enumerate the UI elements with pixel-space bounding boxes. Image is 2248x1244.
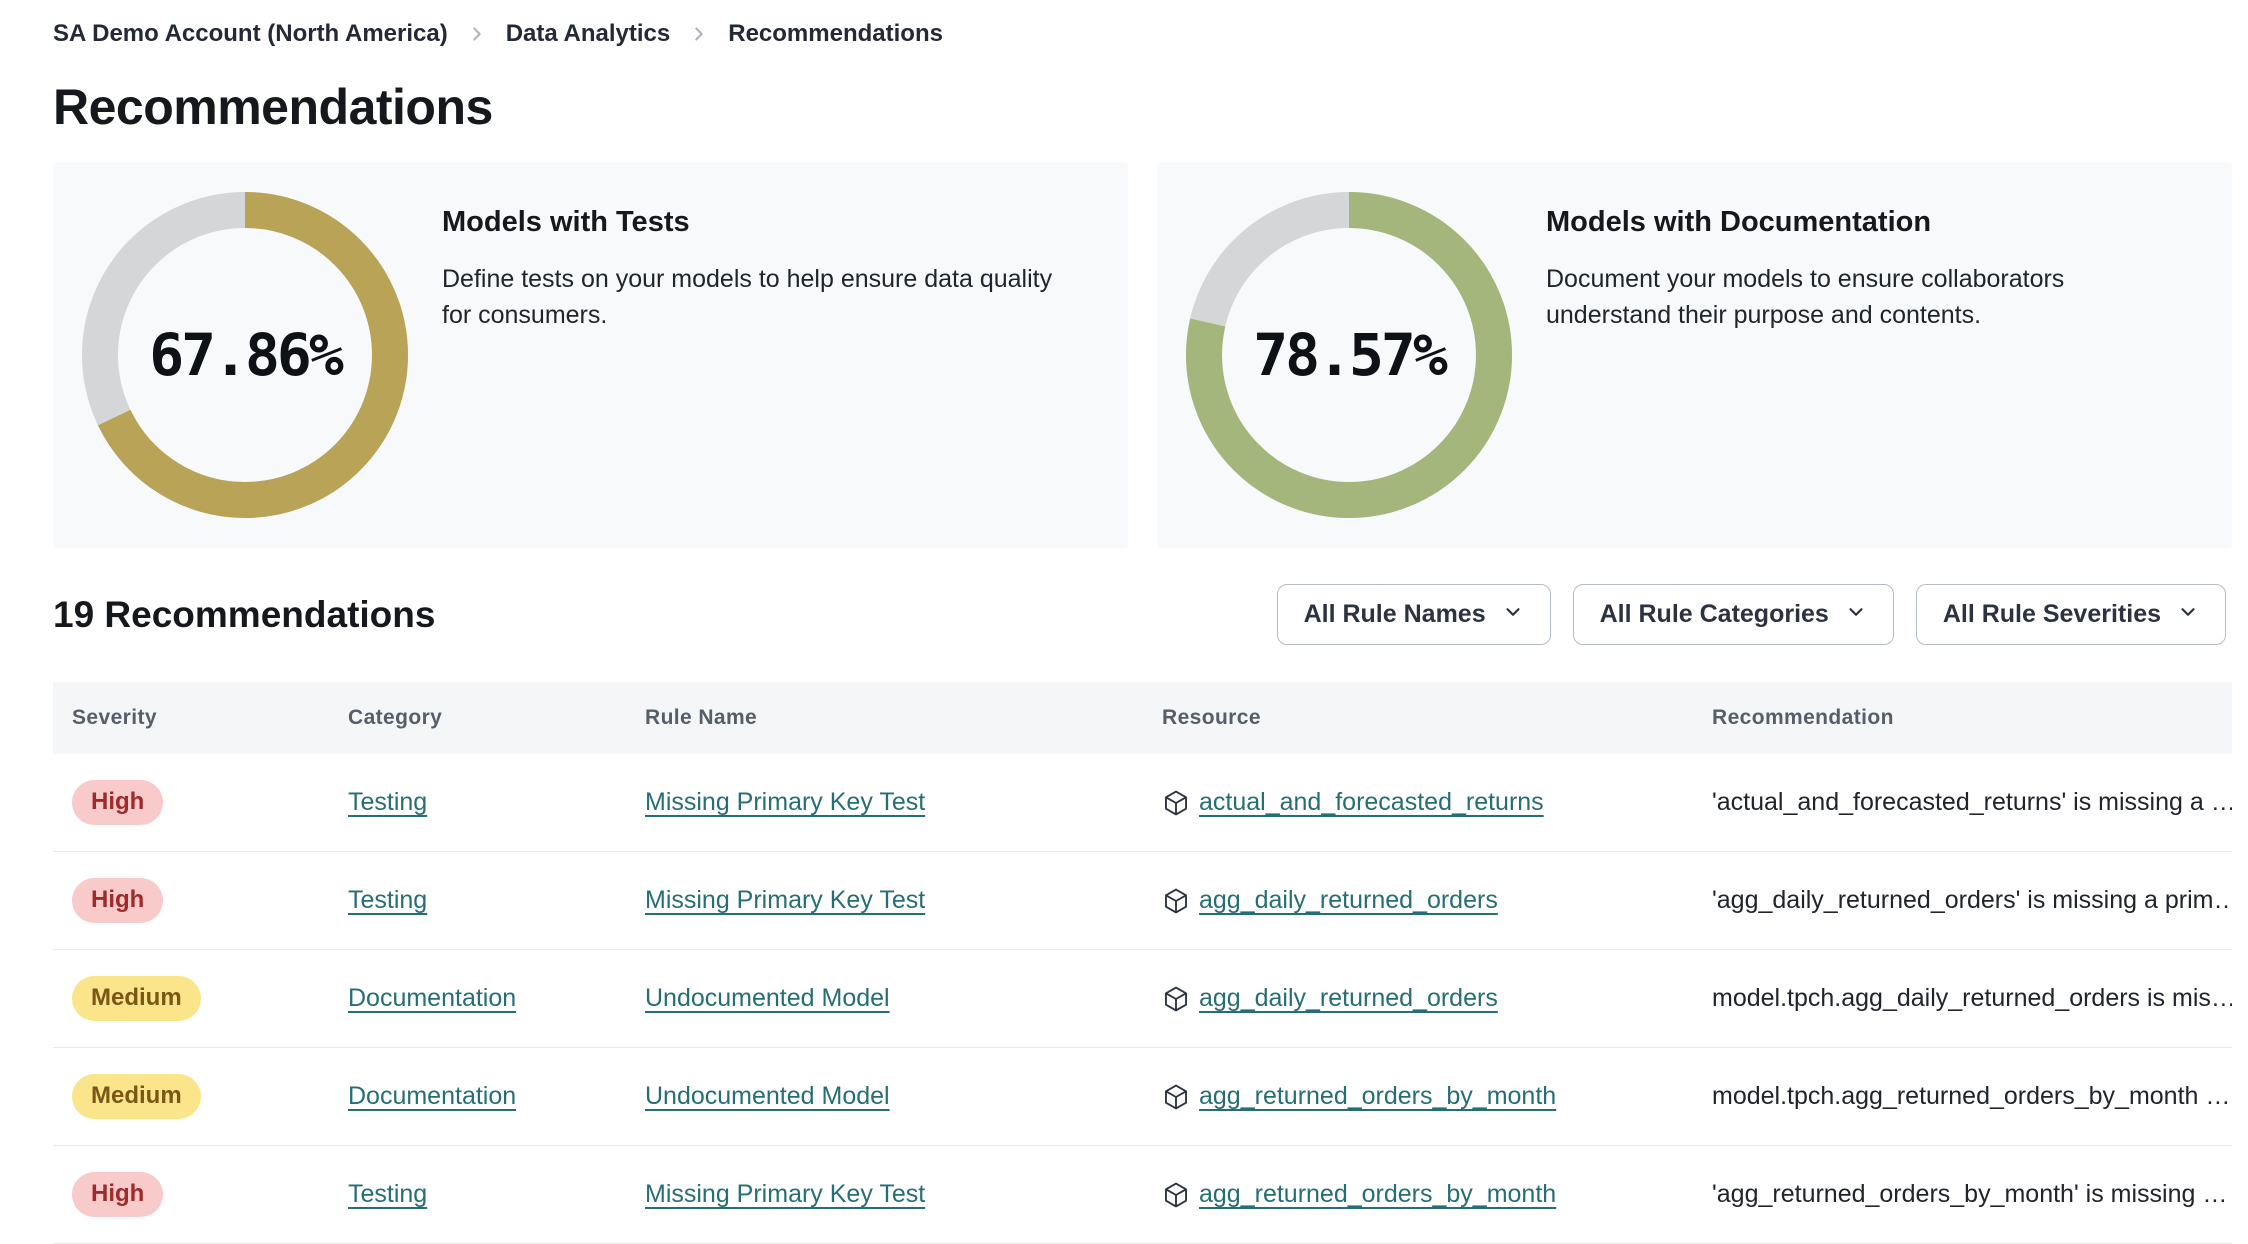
package-cube-icon: [1162, 1181, 1190, 1209]
chevron-right-icon: [466, 23, 488, 45]
recommendation-text: 'agg_daily_returned_orders' is missing a…: [1712, 886, 2232, 914]
resource-link[interactable]: agg_returned_orders_by_month: [1199, 1082, 1556, 1111]
breadcrumb-item-current: Recommendations: [728, 20, 943, 47]
documentation-percent-value: 78.57%: [1253, 321, 1448, 389]
documentation-card-title: Models with Documentation: [1546, 206, 1932, 238]
category-link[interactable]: Testing: [348, 886, 427, 914]
chevron-right-icon: [688, 23, 710, 45]
severity-badge: High: [72, 1172, 164, 1217]
breadcrumb-item-account[interactable]: SA Demo Account (North America): [53, 20, 448, 48]
chevron-down-icon: [2177, 599, 2199, 630]
rule-name-link[interactable]: Missing Primary Key Test: [645, 1180, 925, 1208]
severity-badge: High: [72, 780, 164, 825]
table-row: High Testing Missing Primary Key Test ag…: [53, 852, 2232, 950]
resource-link[interactable]: actual_and_forecasted_returns: [1199, 788, 1544, 817]
recommendations-table: Severity Category Rule Name Resource Rec…: [53, 682, 2232, 1244]
filter-rule-categories-label: All Rule Categories: [1599, 600, 1829, 628]
filter-rule-names-button[interactable]: All Rule Names: [1276, 584, 1551, 645]
col-header-recommendation: Recommendation: [1712, 706, 1894, 729]
resource-link[interactable]: agg_daily_returned_orders: [1199, 984, 1498, 1013]
tests-percent-value: 67.86%: [149, 321, 344, 389]
table-row: Medium Documentation Undocumented Model …: [53, 950, 2232, 1048]
summary-cards: 67.86% Models with Tests Define tests on…: [53, 162, 2232, 548]
documentation-donut-chart: 78.57%: [1186, 192, 1512, 518]
recommendations-page: SA Demo Account (North America) Data Ana…: [0, 0, 2248, 1244]
page-title: Recommendations: [53, 79, 493, 135]
recommendation-text: 'agg_returned_orders_by_month' is missin…: [1712, 1180, 2228, 1208]
resource-link[interactable]: agg_daily_returned_orders: [1199, 886, 1498, 915]
package-cube-icon: [1162, 1083, 1190, 1111]
filters: All Rule Names All Rule Categories All R…: [1276, 584, 2226, 645]
severity-badge: High: [72, 878, 164, 923]
tests-donut-chart: 67.86%: [82, 192, 408, 518]
rule-name-link[interactable]: Missing Primary Key Test: [645, 788, 925, 816]
recommendations-count: 19 Recommendations: [53, 593, 436, 635]
table-row: Medium Documentation Undocumented Model …: [53, 1048, 2232, 1146]
filter-rule-names-label: All Rule Names: [1303, 600, 1486, 628]
recommendation-text: model.tpch.agg_returned_orders_by_month …: [1712, 1082, 2231, 1110]
rule-name-link[interactable]: Undocumented Model: [645, 1082, 890, 1110]
category-link[interactable]: Documentation: [348, 1082, 516, 1110]
table-row: High Testing Missing Primary Key Test ac…: [53, 754, 2232, 852]
category-link[interactable]: Testing: [348, 788, 427, 816]
chevron-down-icon: [1502, 599, 1524, 630]
filter-rule-severities-button[interactable]: All Rule Severities: [1915, 584, 2226, 645]
models-with-tests-card: 67.86% Models with Tests Define tests on…: [53, 162, 1128, 548]
table-row: High Testing Missing Primary Key Test ag…: [53, 1146, 2232, 1244]
category-link[interactable]: Documentation: [348, 984, 516, 1012]
rule-name-link[interactable]: Missing Primary Key Test: [645, 886, 925, 914]
table-header-row: Severity Category Rule Name Resource Rec…: [53, 682, 2232, 754]
severity-badge: Medium: [72, 1074, 201, 1119]
rule-name-link[interactable]: Undocumented Model: [645, 984, 890, 1012]
recommendation-text: 'actual_and_forecasted_returns' is missi…: [1712, 788, 2232, 816]
package-cube-icon: [1162, 789, 1190, 817]
documentation-card-description: Document your models to ensure collabora…: [1546, 265, 2065, 330]
breadcrumb-item-project[interactable]: Data Analytics: [506, 20, 671, 48]
recommendation-text: model.tpch.agg_daily_returned_orders is …: [1712, 984, 2232, 1012]
tests-card-title: Models with Tests: [442, 206, 690, 238]
col-header-rule-name: Rule Name: [645, 706, 758, 729]
filter-rule-severities-label: All Rule Severities: [1942, 600, 2161, 628]
resource-link[interactable]: agg_returned_orders_by_month: [1199, 1180, 1556, 1209]
col-header-category: Category: [348, 706, 443, 729]
package-cube-icon: [1162, 985, 1190, 1013]
severity-badge: Medium: [72, 976, 201, 1021]
models-with-documentation-card: 78.57% Models with Documentation Documen…: [1157, 162, 2232, 548]
package-cube-icon: [1162, 887, 1190, 915]
breadcrumb: SA Demo Account (North America) Data Ana…: [53, 20, 2232, 48]
filter-rule-categories-button[interactable]: All Rule Categories: [1572, 584, 1894, 645]
category-link[interactable]: Testing: [348, 1180, 427, 1208]
tests-card-description: Define tests on your models to help ensu…: [442, 265, 1053, 330]
col-header-severity: Severity: [72, 706, 157, 729]
col-header-resource: Resource: [1162, 706, 1261, 729]
list-toolbar: 19 Recommendations All Rule Names All Ru…: [53, 584, 2232, 645]
chevron-down-icon: [1845, 599, 1867, 630]
